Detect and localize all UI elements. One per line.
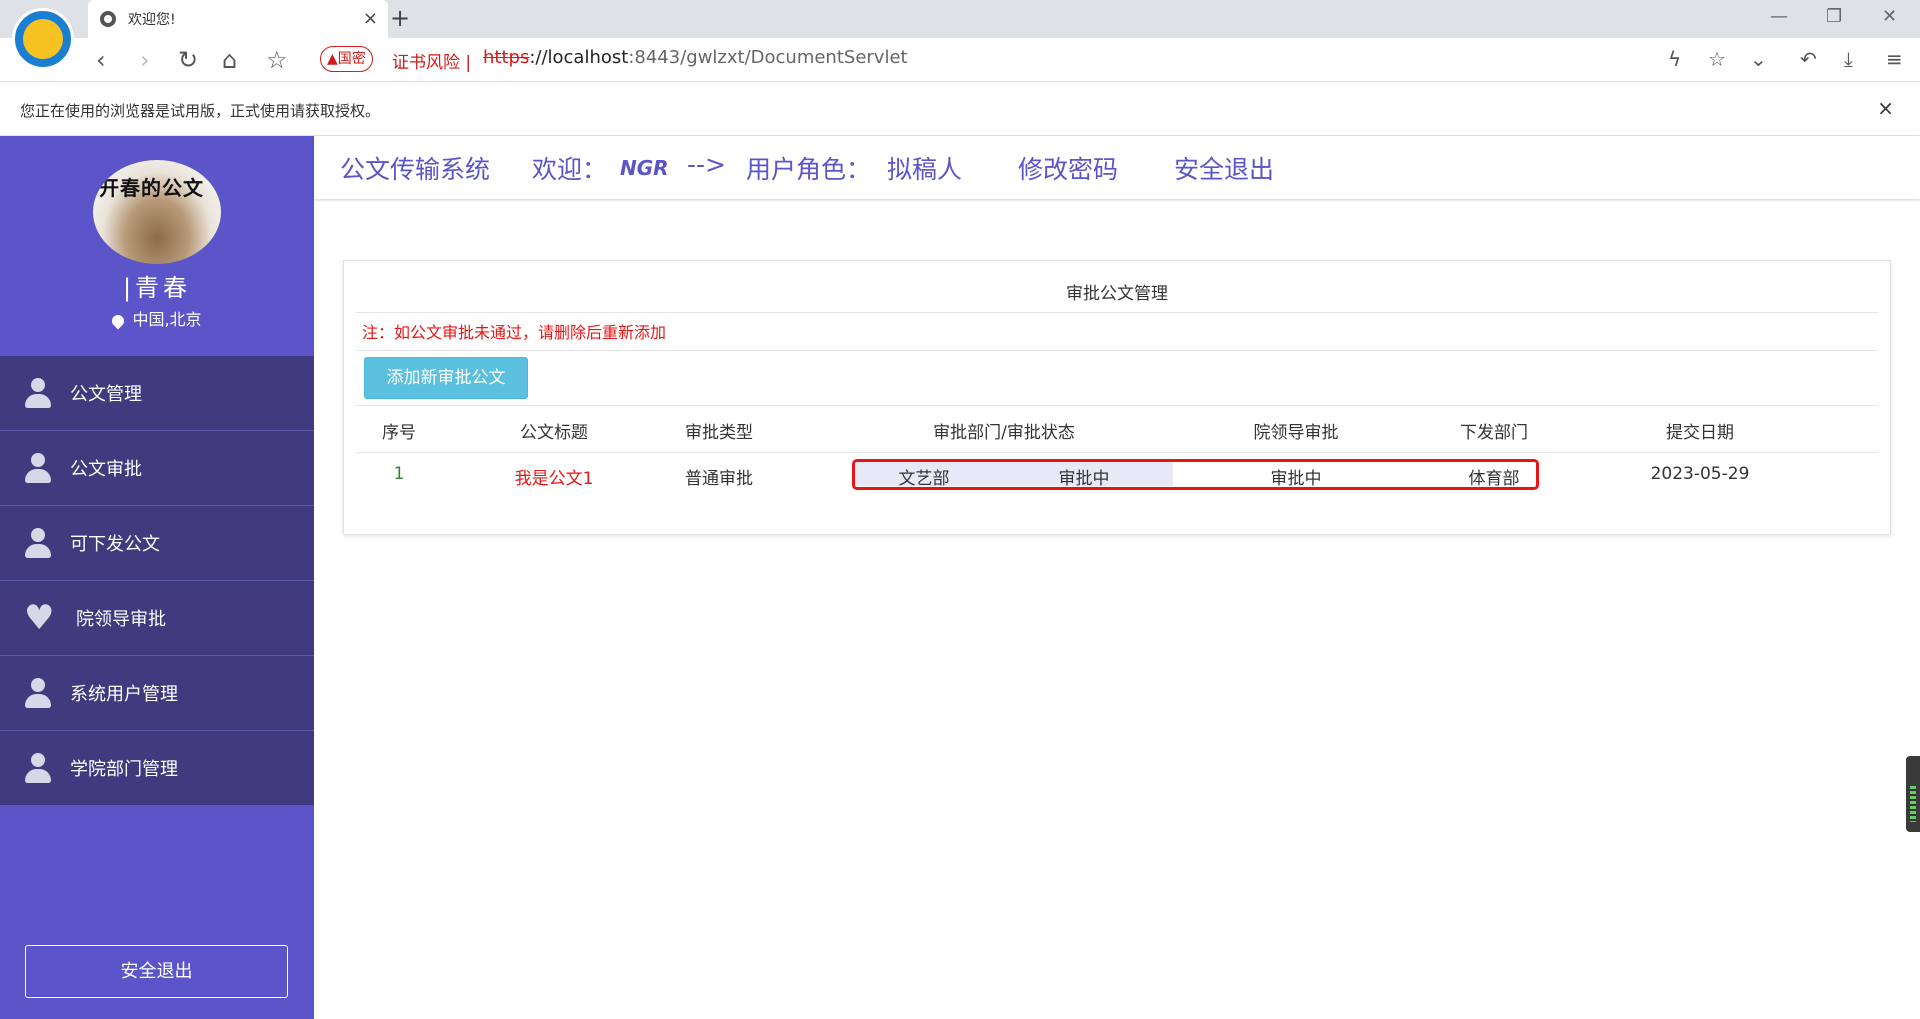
column-header-index: 序号 bbox=[382, 423, 416, 443]
location-text: 中国,北京 bbox=[132, 310, 202, 329]
home-icon[interactable]: ⌂ bbox=[222, 46, 237, 74]
forward-icon[interactable]: › bbox=[140, 46, 150, 74]
trial-notice-bar: 您正在使用的浏览器是试用版，正式使用请获取授权。 × bbox=[0, 82, 1920, 136]
column-header-leader-approval: 院领导审批 bbox=[1253, 423, 1339, 443]
sidebar-item-label: 学院部门管理 bbox=[70, 759, 178, 780]
column-header-dept-status: 审批部门/审批状态 bbox=[933, 423, 1075, 443]
sidebar-item-label: 系统用户管理 bbox=[70, 684, 178, 705]
sidebar-item-department-management[interactable]: 学院部门管理 bbox=[0, 731, 314, 806]
system-name[interactable]: 公文传输系统 bbox=[340, 150, 490, 186]
panel-title: 审批公文管理 bbox=[356, 279, 1878, 313]
reload-icon[interactable]: ↻ bbox=[178, 46, 198, 74]
sidebar: 开春的公文 |青春 中国,北京 公文管理 公文审批 可下发公文 ♥ 院领导审批 … bbox=[0, 136, 314, 1019]
browser-logo-icon[interactable] bbox=[12, 8, 74, 70]
annotation-highlight-box bbox=[852, 459, 1539, 490]
user-icon bbox=[24, 753, 52, 783]
user-name: |青春 bbox=[122, 274, 192, 302]
sidebar-item-label: 可下发公文 bbox=[70, 534, 160, 555]
column-header-title: 公文标题 bbox=[520, 423, 588, 443]
sidebar-item-label: 公文审批 bbox=[70, 459, 142, 480]
restore-icon[interactable]: ❐ bbox=[1826, 6, 1842, 27]
globe-icon bbox=[100, 11, 116, 27]
user-icon bbox=[24, 378, 52, 408]
divider bbox=[356, 350, 1878, 351]
notice-close-icon[interactable]: × bbox=[1877, 96, 1894, 120]
sidebar-item-label: 公文管理 bbox=[70, 384, 142, 405]
username: NGR bbox=[620, 156, 669, 180]
browser-tab-bar: 欢迎您! × + — ❐ ✕ bbox=[0, 0, 1920, 38]
undo-icon[interactable]: ↶ bbox=[1800, 47, 1817, 71]
minimize-icon[interactable]: — bbox=[1770, 6, 1788, 27]
url-path: :8443/gwlzxt/DocumentServlet bbox=[628, 47, 908, 68]
user-location: 中国,北京 bbox=[0, 306, 314, 330]
column-header-type: 审批类型 bbox=[685, 423, 753, 443]
sidebar-item-issuable-documents[interactable]: 可下发公文 bbox=[0, 506, 314, 581]
tab-title: 欢迎您! bbox=[128, 12, 176, 28]
approval-panel: 审批公文管理 注：如公文审批未通过，请删除后重新添加 添加新审批公文 序号 公文… bbox=[343, 260, 1891, 535]
star-icon[interactable]: ☆ bbox=[266, 46, 288, 74]
lightning-icon[interactable]: ϟ bbox=[1668, 47, 1681, 71]
arrow-text: --> bbox=[687, 150, 726, 179]
welcome-label: 欢迎： bbox=[532, 155, 608, 184]
tab-close-icon[interactable]: × bbox=[363, 8, 378, 29]
security-warning-text[interactable]: 证书风险 | bbox=[392, 48, 471, 73]
location-pin-icon bbox=[109, 312, 127, 329]
new-tab-button[interactable]: + bbox=[390, 4, 410, 32]
sidebar-item-leader-approval[interactable]: ♥ 院领导审批 bbox=[0, 581, 314, 656]
heart-icon: ♥ bbox=[24, 598, 55, 638]
trial-notice-text: 您正在使用的浏览器是试用版，正式使用请获取授权。 bbox=[20, 102, 381, 120]
panel-note: 注：如公文审批未通过，请删除后重新添加 bbox=[362, 323, 667, 342]
chevron-down-icon[interactable]: ⌄ bbox=[1750, 47, 1767, 71]
download-icon[interactable]: ⤓ bbox=[1844, 47, 1853, 71]
user-icon bbox=[24, 453, 52, 483]
browser-tab[interactable]: 欢迎您! × bbox=[88, 0, 388, 38]
cell-date: 2023-05-29 bbox=[1650, 464, 1750, 484]
role-label: 用户角色： bbox=[746, 155, 872, 184]
change-password-link[interactable]: 修改密码 bbox=[1018, 150, 1118, 186]
logout-link[interactable]: 安全退出 bbox=[1174, 150, 1274, 186]
top-nav: 公文传输系统 欢迎： NGR --> 用户角色： 拟稿人 修改密码 安全退出 bbox=[314, 136, 1920, 199]
sidebar-menu: 公文管理 公文审批 可下发公文 ♥ 院领导审批 系统用户管理 学院部门管理 bbox=[0, 356, 314, 806]
side-widget[interactable] bbox=[1906, 756, 1920, 832]
url-field[interactable]: https://localhost:8443/gwlzxt/DocumentSe… bbox=[483, 47, 908, 68]
column-header-issue-dept: 下发部门 bbox=[1460, 423, 1528, 443]
url-host: ://localhost bbox=[529, 47, 629, 68]
cell-index: 1 bbox=[393, 464, 405, 484]
add-approval-document-button[interactable]: 添加新审批公文 bbox=[364, 357, 528, 399]
sidebar-item-user-management[interactable]: 系统用户管理 bbox=[0, 656, 314, 731]
avatar-text: 开春的公文 bbox=[99, 176, 204, 200]
address-bar: ‹ › ↻ ⌂ ☆ ▲国密 证书风险 | https://localhost:8… bbox=[0, 38, 1920, 82]
avatar: 开春的公文 bbox=[93, 160, 221, 264]
divider bbox=[356, 452, 1878, 453]
sidebar-item-document-management[interactable]: 公文管理 bbox=[0, 356, 314, 431]
role-value: 拟稿人 bbox=[887, 155, 963, 184]
sidebar-item-document-approval[interactable]: 公文审批 bbox=[0, 431, 314, 506]
user-icon bbox=[24, 528, 52, 558]
column-header-date: 提交日期 bbox=[1666, 423, 1734, 443]
url-protocol: https bbox=[483, 47, 530, 68]
divider bbox=[356, 405, 1878, 406]
cell-title-link[interactable]: 我是公文1 bbox=[504, 464, 604, 489]
cell-type: 普通审批 bbox=[685, 469, 753, 489]
close-window-icon[interactable]: ✕ bbox=[1882, 6, 1897, 27]
menu-icon[interactable]: ≡ bbox=[1886, 47, 1903, 71]
sidebar-item-label: 院领导审批 bbox=[76, 609, 166, 630]
sidebar-logout-button[interactable]: 安全退出 bbox=[25, 945, 288, 998]
bookmark-star-icon[interactable]: ☆ bbox=[1708, 47, 1726, 71]
security-badge[interactable]: ▲国密 bbox=[320, 46, 373, 72]
back-icon[interactable]: ‹ bbox=[96, 46, 106, 74]
user-icon bbox=[24, 678, 52, 708]
